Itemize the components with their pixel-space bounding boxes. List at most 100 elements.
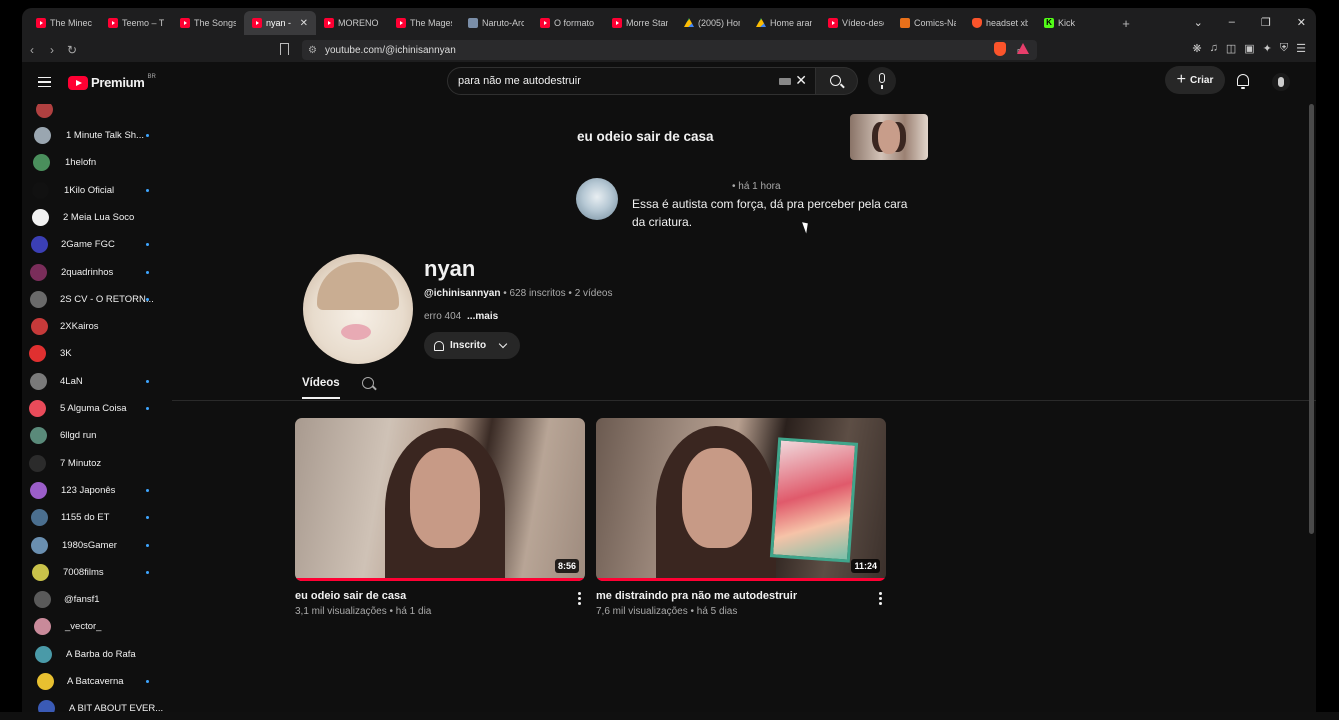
subscription-item[interactable]: 2quadrinhos [22,259,170,286]
browser-tab[interactable]: O formato d [532,11,604,35]
url-field[interactable]: ⚙ youtube.com/@ichinisannyan ▭ [302,40,1037,60]
restore-button[interactable]: ❐ [1261,16,1271,29]
guide-menu-icon[interactable] [38,77,51,87]
new-tab-button[interactable]: + [1114,16,1138,31]
browser-tab[interactable]: The Songs [172,11,244,35]
voice-search-button[interactable] [868,67,896,95]
back-button[interactable]: ‹ [22,43,42,57]
site-info-icon[interactable]: ⚙ [308,45,317,56]
subscription-avatar [30,372,47,390]
close-tab-icon[interactable]: ✕ [300,18,308,29]
browser-tab[interactable]: The Minecr [28,11,100,35]
subscription-item[interactable]: 1 Minute Talk Sh... [22,122,170,149]
browser-tab[interactable]: Morre Stan [604,11,676,35]
channel-meta: @ichinisannyan • 628 inscritos • 2 vídeo… [424,288,613,299]
tab-list-chevron-icon[interactable]: ⌄ [1194,16,1203,29]
subscription-item[interactable]: A Barba do Rafa [22,641,170,668]
search-input[interactable]: para não me autodestruir ✕ [447,67,816,95]
video-thumbnail[interactable]: 11:24 [596,418,886,581]
browser-tab[interactable]: (2005) Hom [676,11,748,35]
subscription-name: A Barba do Rafa [66,648,136,660]
media-icon[interactable]: ♫ [1210,42,1218,55]
browser-tab[interactable]: headset xb [964,11,1036,35]
youtube-premium-logo[interactable]: Premium BR [68,74,156,90]
miniplayer-thumbnail[interactable] [850,114,928,160]
description-text: erro 404 [424,311,462,322]
new-content-dot [146,407,149,410]
more-options-icon[interactable] [578,592,581,605]
browser-tab[interactable]: nyan - ✕ [244,11,316,35]
comment-avatar[interactable] [576,178,618,220]
brave-rewards-icon[interactable] [1017,43,1029,54]
subscription-item[interactable]: 7 Minutoz [22,450,170,477]
channel-description[interactable]: erro 404 ...mais [424,311,498,322]
new-content-dot [146,570,149,574]
clear-search-icon[interactable]: ✕ [795,72,807,89]
video-title[interactable]: me distraindo pra não me autodestruir [596,590,886,602]
browser-tab[interactable]: K Kick [1036,11,1108,35]
subscription-item[interactable]: 4LaN [22,368,170,395]
menu-icon[interactable]: ☰ [1296,42,1306,55]
extensions-icon[interactable]: ❋ [1192,42,1201,55]
browser-tab[interactable]: The Magesc [388,11,460,35]
subscription-item[interactable]: 123 Japonês [22,477,170,504]
subscription-item[interactable] [22,104,170,123]
subscription-item[interactable]: 2 Meia Lua Soco [22,204,170,231]
bookmark-icon[interactable] [280,43,289,55]
video-title[interactable]: eu odeio sair de casa [295,590,585,602]
subscription-item[interactable]: _vector_ [22,613,170,640]
subscription-item[interactable]: 5 Alguma Coisa [22,395,170,422]
browser-tab[interactable]: Teemo – Tr [100,11,172,35]
channel-avatar[interactable] [303,254,413,364]
brave-shield-icon[interactable] [994,42,1006,56]
subscription-avatar [36,104,53,118]
subscription-item[interactable]: 1helofn [22,149,170,176]
video-card[interactable]: 11:24 me distraindo pra não me autodestr… [596,418,886,617]
minimize-button[interactable]: – [1229,16,1235,29]
subscription-item[interactable]: @fansf1 [22,586,170,613]
browser-tab-label: Vídeo-dese [842,18,884,28]
create-button[interactable]: + Criar [1165,66,1225,94]
more-options-icon[interactable] [879,592,882,605]
close-window-button[interactable]: ✕ [1297,16,1306,29]
sidebar-toggle-icon[interactable]: ◫ [1226,42,1236,55]
subscription-item[interactable]: A Batcaverna [22,668,170,695]
subscription-avatar [29,345,46,363]
notifications-icon[interactable] [1237,74,1249,89]
channel-search-icon[interactable] [362,377,374,389]
vpn-icon[interactable]: ⛨ [1280,42,1288,55]
account-avatar[interactable] [1272,73,1290,91]
keyboard-icon[interactable] [779,78,791,85]
subscription-name: 1helofn [65,157,97,169]
browser-tab[interactable]: Comics-Na [892,11,964,35]
forward-button[interactable]: › [42,43,62,57]
description-more-link[interactable]: ...mais [467,311,498,322]
subscribed-button[interactable]: Inscrito [424,332,520,359]
search-button[interactable] [816,67,858,95]
scrollbar-thumb[interactable] [1309,104,1314,534]
subscription-item[interactable]: 6llgd run [22,422,170,449]
miniplayer-title[interactable]: eu odeio sair de casa [577,129,714,144]
subscription-name: @fansf1 [64,594,100,606]
subscription-item[interactable]: 2XKairos [22,313,170,340]
subscription-item[interactable]: 1980sGamer [22,532,170,559]
new-content-dot [146,270,149,274]
leo-icon[interactable]: ✦ [1263,42,1272,55]
page-scrollbar[interactable] [1309,104,1314,706]
subscription-item[interactable]: 3K [22,340,170,367]
wallet-icon[interactable]: ▣ [1244,42,1254,55]
subscription-item[interactable]: 1Kilo Oficial [22,177,170,204]
video-thumbnail[interactable]: 8:56 [295,418,585,581]
browser-tab[interactable]: MORENO N [316,11,388,35]
browser-tab[interactable]: Home aran [748,11,820,35]
video-card[interactable]: 8:56 eu odeio sair de casa 3,1 mil visua… [295,418,585,617]
subscription-item[interactable]: 2S CV - O RETORN... [22,286,170,313]
reload-button[interactable]: ↻ [62,43,82,57]
browser-tab[interactable]: Vídeo-dese [820,11,892,35]
subscription-name: 1 Minute Talk Sh... [66,130,144,141]
subscription-item[interactable]: 7008films [22,559,170,586]
subscription-item[interactable]: 2Game FGC [22,231,170,258]
tab-videos[interactable]: Vídeos [302,377,340,399]
subscription-item[interactable]: 1155 do ET [22,504,170,531]
browser-tab[interactable]: Naruto-Arc [460,11,532,35]
